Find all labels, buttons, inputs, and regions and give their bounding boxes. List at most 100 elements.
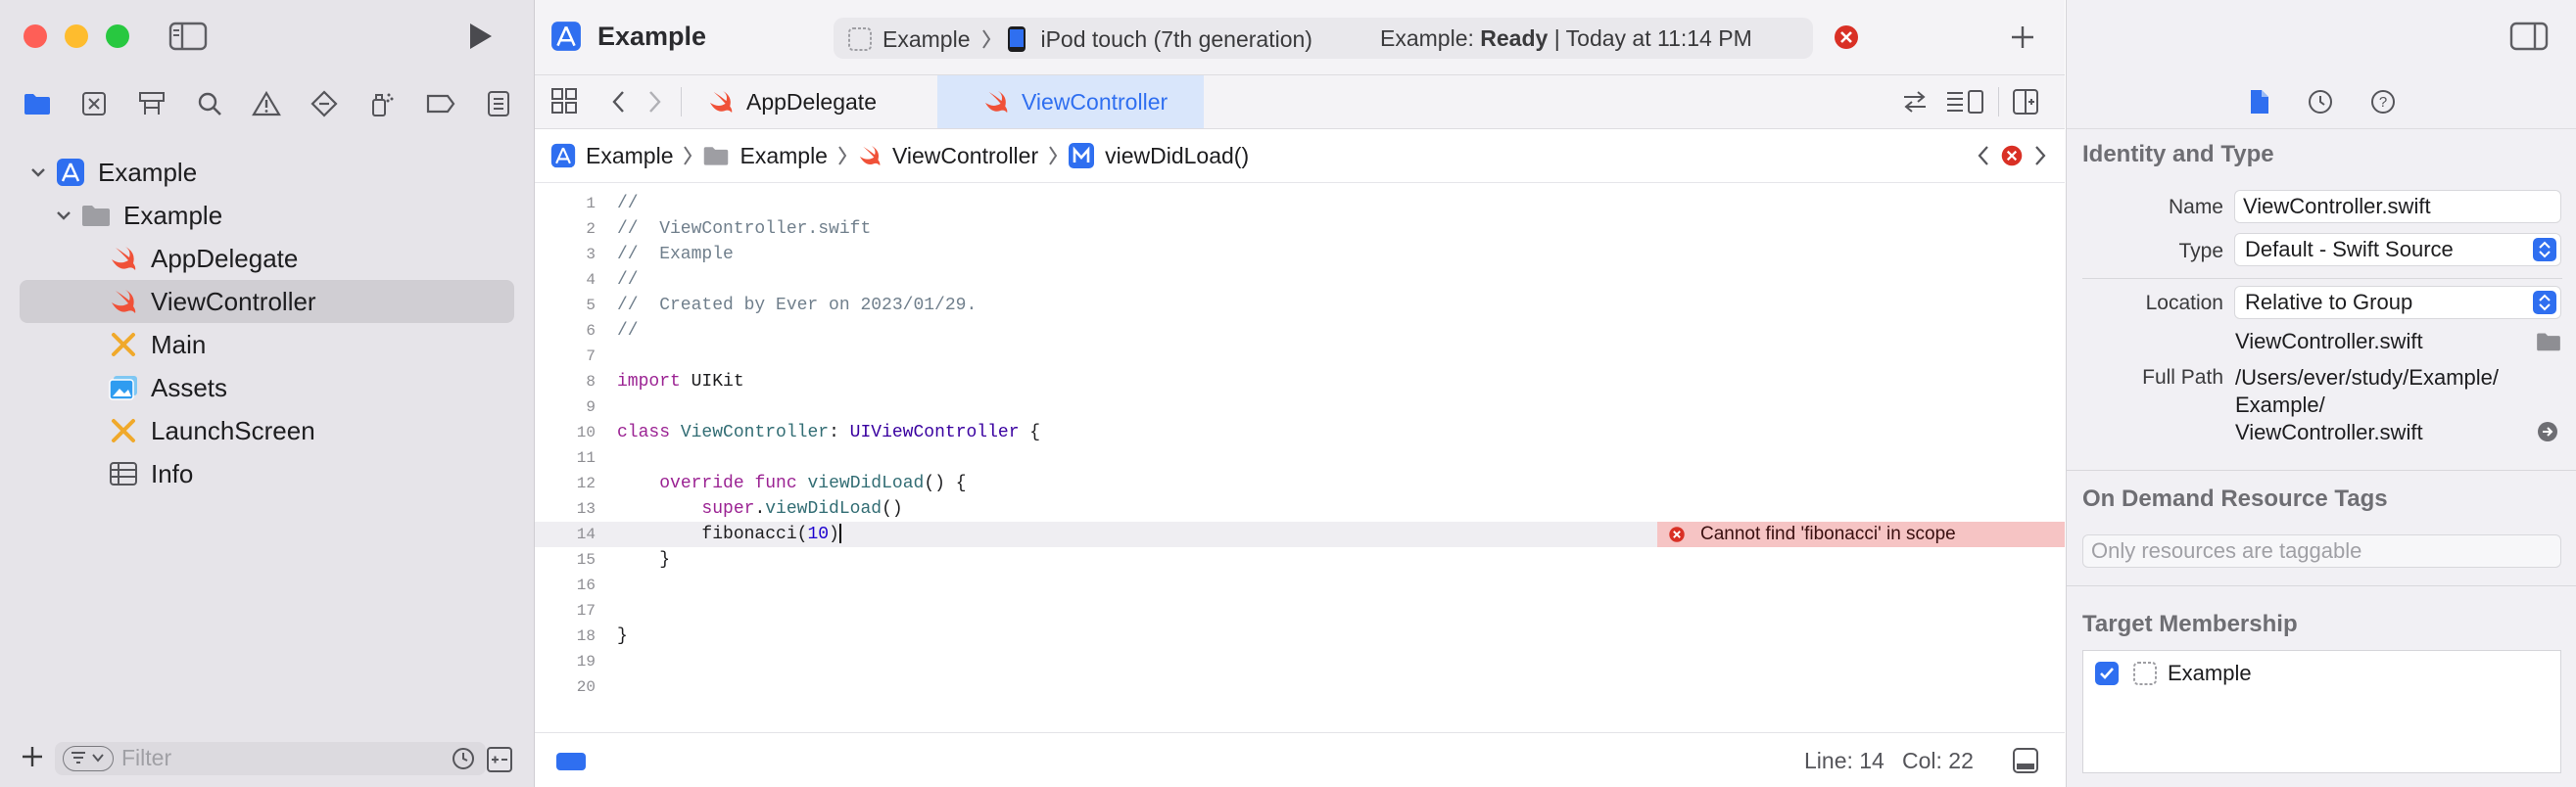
- tree-item-main[interactable]: Main: [20, 323, 514, 366]
- code-line[interactable]: 3 // Example: [535, 242, 2065, 267]
- code-line[interactable]: 17: [535, 598, 2065, 624]
- tab-appdelegate[interactable]: AppDelegate: [684, 75, 958, 128]
- code-line[interactable]: 10 class ViewController: UIViewController…: [535, 420, 2065, 445]
- test-diamond-icon[interactable]: [310, 90, 338, 117]
- inline-error-banner[interactable]: Cannot find 'fibonacci' in scope: [1657, 522, 2065, 547]
- zoom-window-button[interactable]: [106, 24, 129, 48]
- filter-options-button[interactable]: [63, 746, 114, 771]
- code-line[interactable]: 9: [535, 394, 2065, 420]
- code-line[interactable]: 11: [535, 445, 2065, 471]
- tree-item-launchscreen[interactable]: LaunchScreen: [20, 409, 514, 452]
- code-line[interactable]: 5 // Created by Ever on 2023/01/29.: [535, 293, 2065, 318]
- file-type-popup[interactable]: Default - Swift Source: [2234, 233, 2561, 266]
- code-text[interactable]: }: [617, 547, 670, 573]
- code-line[interactable]: 15 }: [535, 547, 2065, 573]
- source-editor[interactable]: 1 // 2 // ViewController.swift 3 // Example 4 /…: [535, 183, 2065, 731]
- tree-item-assets[interactable]: Assets: [20, 366, 514, 409]
- filter-field[interactable]: Filter: [55, 742, 486, 775]
- code-line[interactable]: 18}: [535, 624, 2065, 649]
- code-text[interactable]: import UIKit: [617, 369, 744, 394]
- code-text[interactable]: // Created by Ever on 2023/01/29.: [617, 293, 977, 318]
- tree-item-appdelegate[interactable]: AppDelegate: [20, 237, 514, 280]
- related-items-button[interactable]: [550, 87, 578, 115]
- run-button[interactable]: [462, 20, 496, 53]
- target-checkbox[interactable]: [2095, 662, 2119, 685]
- tab-viewcontroller[interactable]: ViewController: [937, 75, 1204, 128]
- tree-item-info[interactable]: Info: [20, 452, 514, 495]
- line-number[interactable]: 14: [535, 522, 596, 547]
- line-number[interactable]: 1: [535, 191, 596, 216]
- code-line[interactable]: 16: [535, 573, 2065, 598]
- issue-indicator[interactable]: [1833, 23, 1860, 51]
- breadcrumb-item[interactable]: viewDidLoad(): [1105, 143, 1249, 169]
- file-inspector-icon[interactable]: [2248, 88, 2271, 116]
- folder-icon[interactable]: [23, 91, 52, 116]
- code-text[interactable]: override func viewDidLoad() {: [617, 471, 966, 496]
- code-text[interactable]: //: [617, 191, 639, 216]
- toggle-sidebar-button[interactable]: [168, 22, 208, 51]
- library-button[interactable]: [2009, 23, 2036, 51]
- code-line[interactable]: 4 //: [535, 267, 2065, 293]
- line-number[interactable]: 5: [535, 293, 596, 318]
- line-number[interactable]: 6: [535, 318, 596, 344]
- line-number[interactable]: 16: [535, 573, 596, 598]
- code-text[interactable]: // Example: [617, 242, 734, 267]
- code-line[interactable]: 19: [535, 649, 2065, 674]
- code-line[interactable]: 12 override func viewDidLoad() {: [535, 471, 2065, 496]
- tree-item-viewcontroller[interactable]: ViewController: [20, 280, 514, 323]
- line-number[interactable]: 13: [535, 496, 596, 522]
- minimize-window-button[interactable]: [65, 24, 88, 48]
- breakpoints-toggle[interactable]: [556, 753, 586, 770]
- source-control-filter-button[interactable]: [486, 746, 513, 773]
- editor-options-button[interactable]: [1945, 89, 1984, 115]
- code-text[interactable]: super.viewDidLoad(): [617, 496, 902, 522]
- code-text[interactable]: }: [617, 624, 628, 649]
- code-line[interactable]: 6 //: [535, 318, 2065, 344]
- help-icon[interactable]: ?: [2369, 88, 2397, 116]
- toggle-inspector-button[interactable]: [2509, 22, 2549, 51]
- breadcrumb-item[interactable]: Example: [739, 143, 827, 169]
- line-number[interactable]: 15: [535, 547, 596, 573]
- breadcrumb-item[interactable]: ViewController: [892, 143, 1038, 169]
- choose-location-button[interactable]: [2535, 331, 2562, 352]
- line-number[interactable]: 12: [535, 471, 596, 496]
- code-text[interactable]: class ViewController: UIViewController {: [617, 420, 1040, 445]
- history-clock-icon[interactable]: [2307, 88, 2334, 116]
- line-number[interactable]: 20: [535, 674, 596, 700]
- line-number[interactable]: 11: [535, 445, 596, 471]
- report-icon[interactable]: [486, 90, 511, 117]
- toggle-debug-area-button[interactable]: [2012, 747, 2039, 774]
- search-icon[interactable]: [196, 90, 223, 117]
- code-text[interactable]: // ViewController.swift: [617, 216, 871, 242]
- code-line[interactable]: 1 //: [535, 191, 2065, 216]
- line-number[interactable]: 4: [535, 267, 596, 293]
- tree-item-project[interactable]: Example: [20, 151, 514, 194]
- next-issue-button[interactable]: [2031, 143, 2049, 168]
- code-line[interactable]: 13 super.viewDidLoad(): [535, 496, 2065, 522]
- add-file-button[interactable]: [20, 744, 45, 769]
- debug-spray-icon[interactable]: [367, 90, 397, 117]
- symbol-navigator-icon[interactable]: [137, 90, 167, 117]
- line-number[interactable]: 8: [535, 369, 596, 394]
- code-line[interactable]: 2 // ViewController.swift: [535, 216, 2065, 242]
- line-number[interactable]: 2: [535, 216, 596, 242]
- source-control-icon[interactable]: [80, 90, 108, 117]
- breadcrumb-item[interactable]: Example: [586, 143, 673, 169]
- tree-item-folder[interactable]: Example: [20, 194, 514, 237]
- forward-button[interactable]: [644, 89, 664, 115]
- code-line[interactable]: 8 import UIKit: [535, 369, 2065, 394]
- line-number[interactable]: 18: [535, 624, 596, 649]
- issue-error-badge[interactable]: [2000, 144, 2024, 167]
- resource-tags-field[interactable]: Only resources are taggable: [2082, 534, 2561, 568]
- line-number[interactable]: 9: [535, 394, 596, 420]
- back-button[interactable]: [609, 89, 629, 115]
- location-popup[interactable]: Relative to Group: [2234, 286, 2561, 319]
- code-line[interactable]: 14 fibonacci(10) Cannot find 'fibonacci' …: [535, 522, 2065, 547]
- close-window-button[interactable]: [24, 24, 47, 48]
- name-field[interactable]: ViewController.swift: [2234, 190, 2561, 223]
- previous-issue-button[interactable]: [1975, 143, 1992, 168]
- line-number[interactable]: 19: [535, 649, 596, 674]
- code-review-button[interactable]: [1900, 89, 1930, 115]
- line-number[interactable]: 7: [535, 344, 596, 369]
- reveal-in-finder-button[interactable]: [2537, 421, 2558, 442]
